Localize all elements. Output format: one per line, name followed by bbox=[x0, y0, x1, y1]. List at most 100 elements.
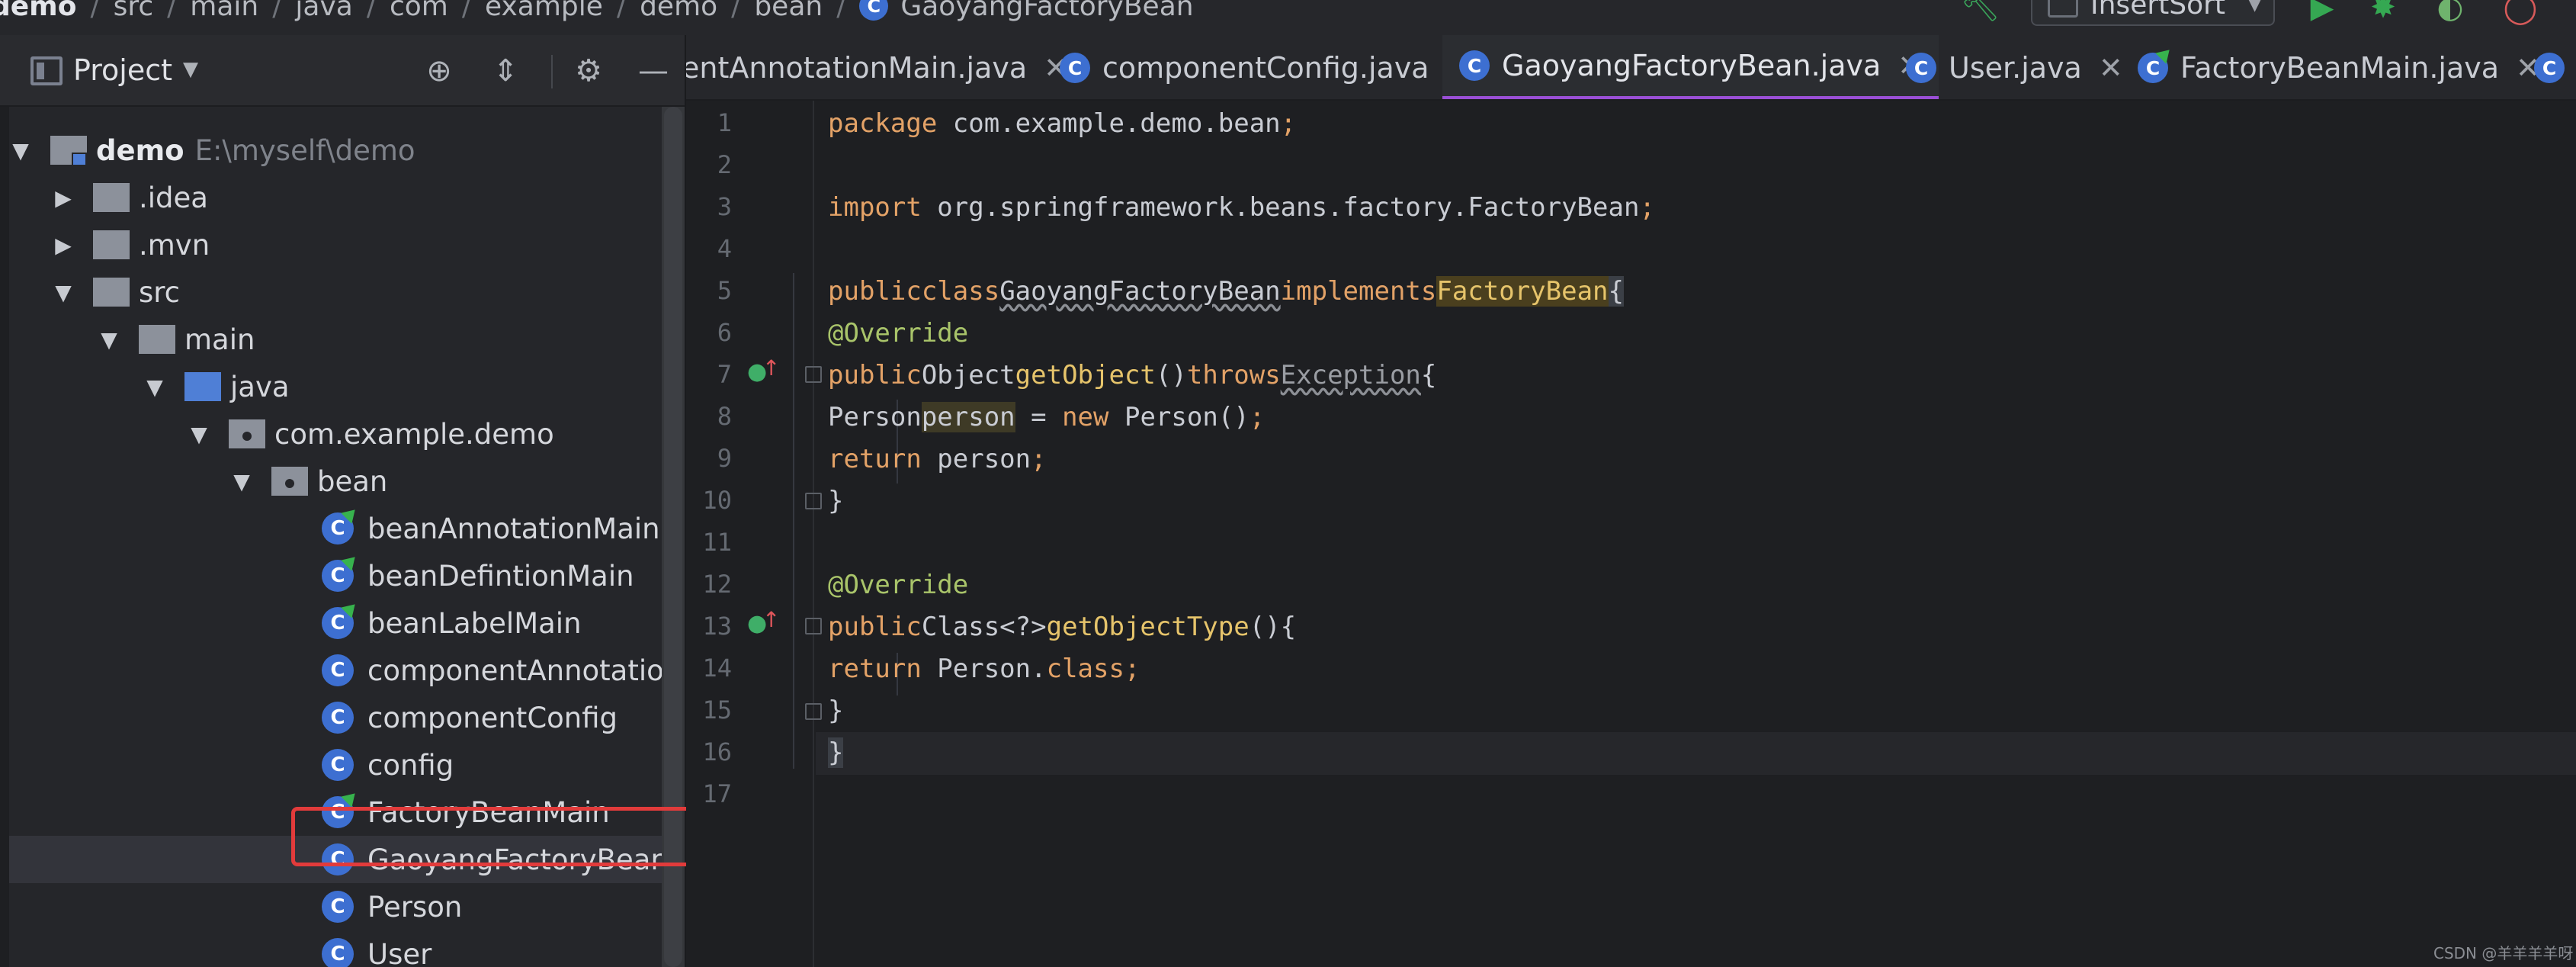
tree-item-mvn[interactable]: ▶ .mvn bbox=[9, 221, 662, 268]
collapsed-arrow-icon[interactable]: ▶ bbox=[52, 233, 75, 258]
package-icon bbox=[229, 419, 265, 448]
breadcrumb-separator: / bbox=[366, 0, 376, 22]
tree-item-main[interactable]: ▼ main bbox=[9, 316, 662, 363]
folder-icon bbox=[139, 325, 175, 354]
collapse-all-icon[interactable]: ⇕ bbox=[486, 52, 525, 90]
tab-label: GaoyangFactoryBean.java bbox=[1502, 49, 1881, 82]
class-icon: C bbox=[859, 0, 889, 21]
code-editor[interactable] bbox=[828, 101, 2576, 967]
override-arrow-up-icon[interactable]: ↑ bbox=[762, 607, 780, 632]
line-number: 5 bbox=[717, 276, 732, 305]
run-configuration-select[interactable]: InsertSort ▼ bbox=[2031, 0, 2275, 26]
expand-arrow-icon[interactable]: ▼ bbox=[98, 327, 120, 352]
override-arrow-up-icon[interactable]: ↑ bbox=[762, 355, 780, 381]
tree-item-label: beanLabelMain bbox=[367, 606, 582, 640]
tree-item-src[interactable]: ▼ src bbox=[9, 268, 662, 316]
tree-item-label: java bbox=[230, 370, 290, 403]
class-icon: C bbox=[322, 702, 354, 734]
tree-item-beanLabelMain[interactable]: C beanLabelMain bbox=[9, 599, 662, 647]
tree-item-label: src bbox=[139, 275, 181, 309]
tab-componentConfig[interactable]: C componentConfig.java ✕ bbox=[1060, 35, 1470, 99]
tree-item-beanDefintionMain[interactable]: C beanDefintionMain bbox=[9, 551, 662, 599]
folder-icon bbox=[93, 183, 130, 212]
expand-arrow-icon[interactable]: ▼ bbox=[143, 374, 166, 400]
code-line-9: return person; bbox=[828, 443, 1047, 474]
gear-icon[interactable]: ⚙ bbox=[569, 52, 608, 90]
tree-item-java[interactable]: ▼ java bbox=[9, 363, 662, 410]
code-line-7: public Object getObject() throws Excepti… bbox=[828, 359, 1437, 390]
code-line-16: } bbox=[828, 737, 844, 768]
fold-marker-icon[interactable] bbox=[805, 618, 822, 634]
breadcrumb-item-com[interactable]: com bbox=[390, 0, 448, 22]
expand-arrow-icon[interactable]: ▼ bbox=[230, 469, 253, 494]
line-number: 12 bbox=[702, 570, 732, 599]
application-config-icon bbox=[2048, 0, 2078, 18]
chevron-down-icon[interactable]: ▼ bbox=[183, 58, 198, 81]
fold-marker-icon[interactable] bbox=[805, 703, 822, 720]
project-panel-title[interactable]: Project bbox=[73, 53, 172, 87]
breadcrumb-item-class[interactable]: C GaoyangFactoryBean bbox=[859, 0, 1194, 22]
tab-GaoyangFactoryBean[interactable]: C GaoyangFactoryBean.java ✕ bbox=[1442, 35, 1939, 99]
current-line-highlight bbox=[816, 732, 2576, 775]
breadcrumb-item-demo[interactable]: demo bbox=[0, 0, 76, 22]
breadcrumb-separator: / bbox=[616, 0, 627, 22]
project-panel-header: Project ▼ ⊕ ⇕ ⚙ — bbox=[0, 35, 686, 107]
runnable-class-icon: C bbox=[322, 551, 361, 592]
breadcrumb-separator: / bbox=[731, 0, 741, 22]
tree-item-User[interactable]: C User bbox=[9, 930, 662, 967]
tree-item-label: User bbox=[367, 937, 432, 967]
debug-bug-icon[interactable]: ✸ bbox=[2365, 0, 2401, 26]
code-line-10: } bbox=[828, 485, 844, 516]
tree-item-config[interactable]: C config bbox=[9, 741, 662, 789]
tree-item-componentAnnotationMain[interactable]: C componentAnnotationM bbox=[9, 647, 683, 694]
class-icon: C bbox=[322, 654, 354, 686]
tab-User[interactable]: C User.java ✕ bbox=[1906, 35, 2123, 99]
tab-overflow[interactable]: C bbox=[2534, 35, 2576, 99]
expand-arrow-icon[interactable]: ▼ bbox=[188, 422, 210, 447]
profile-icon[interactable]: ◯ bbox=[2502, 0, 2539, 26]
build-hammer-icon[interactable]: 🔨︎ bbox=[1961, 0, 2000, 21]
class-icon: C bbox=[2534, 53, 2565, 83]
tab-FactoryBeanMain[interactable]: C FactoryBeanMain.java ✕ bbox=[2138, 35, 2540, 99]
close-icon[interactable]: ✕ bbox=[2099, 51, 2123, 85]
tree-item-componentConfig[interactable]: C componentConfig bbox=[9, 694, 662, 741]
code-line-1: package com.example.demo.bean; bbox=[828, 108, 1297, 139]
line-number: 9 bbox=[717, 444, 732, 473]
breadcrumb-item-bean[interactable]: bean bbox=[754, 0, 823, 22]
code-line-3: import org.springframework.beans.factory… bbox=[828, 191, 1655, 223]
minimize-icon[interactable]: — bbox=[634, 52, 672, 90]
tree-item-label: com.example.demo bbox=[274, 417, 554, 451]
locate-target-icon[interactable]: ⊕ bbox=[420, 52, 458, 90]
breadcrumb-item-example[interactable]: example bbox=[485, 0, 603, 22]
breadcrumb-separator: / bbox=[90, 0, 100, 22]
class-icon: C bbox=[322, 749, 354, 781]
tree-item-idea[interactable]: ▶ .idea bbox=[9, 174, 662, 221]
tab-label: componentConfig.java bbox=[1102, 51, 1429, 85]
module-path: E:\myself\demo bbox=[194, 133, 415, 167]
class-icon: C bbox=[322, 938, 354, 967]
chevron-down-icon: ▼ bbox=[2248, 0, 2261, 14]
code-line-14: return Person. class; bbox=[828, 653, 1140, 684]
editor-tab-bar: entAnnotationMain.java ✕ C componentConf… bbox=[686, 35, 2576, 101]
breadcrumb-item-demo-pkg[interactable]: demo bbox=[640, 0, 717, 22]
breadcrumb-item-src[interactable]: src bbox=[114, 0, 154, 22]
breadcrumb-item-java[interactable]: java bbox=[295, 0, 352, 22]
breadcrumb-label: demo bbox=[0, 0, 77, 22]
fold-marker-icon[interactable] bbox=[805, 366, 822, 383]
breadcrumb-label: GaoyangFactoryBean bbox=[900, 0, 1194, 22]
tab-componentAnnotationMain[interactable]: entAnnotationMain.java ✕ bbox=[686, 35, 1068, 99]
fold-marker-icon[interactable] bbox=[805, 493, 822, 509]
tab-label: FactoryBeanMain.java bbox=[2180, 51, 2500, 85]
tree-item-beanAnnotationMain[interactable]: C beanAnnotationMain bbox=[9, 504, 662, 552]
expand-arrow-icon[interactable]: ▼ bbox=[52, 280, 75, 305]
collapsed-arrow-icon[interactable]: ▶ bbox=[52, 185, 75, 210]
folder-icon bbox=[93, 278, 130, 307]
tree-item-Person[interactable]: C Person bbox=[9, 883, 662, 930]
tree-item-com-example-demo[interactable]: ▼ com.example.demo bbox=[9, 410, 662, 458]
run-with-coverage-icon[interactable]: ◐ bbox=[2432, 0, 2469, 26]
run-icon[interactable]: ▶ bbox=[2304, 0, 2340, 26]
tree-item-bean[interactable]: ▼ bean bbox=[9, 458, 662, 505]
breadcrumb-item-main[interactable]: main bbox=[190, 0, 258, 22]
expand-arrow-icon[interactable]: ▼ bbox=[9, 138, 32, 163]
tree-item-demo[interactable]: ▼ demo E:\myself\demo bbox=[9, 127, 662, 174]
